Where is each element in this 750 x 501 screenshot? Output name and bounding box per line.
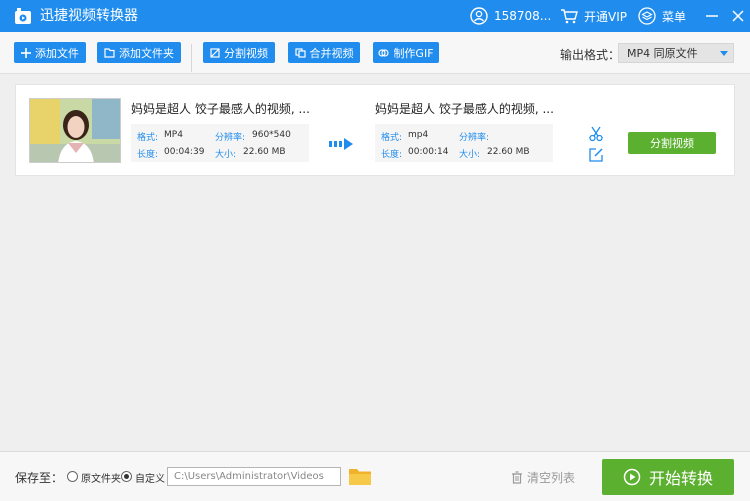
merge-video-button[interactable]: 合并视频 xyxy=(288,42,360,63)
source-info-panel: 格式: MP4 分辨率: 960*540 长度: 00:04:39 大小: 22… xyxy=(131,124,309,162)
bottom-bar: 保存至： 原文件夹 自定义 C:\Users\Administrator\Vid… xyxy=(0,451,750,501)
app-title: 迅捷视频转换器 xyxy=(40,8,138,24)
save-to-label: 保存至： xyxy=(15,471,64,485)
radio-original-folder-label[interactable]: 原文件夹 xyxy=(81,470,121,485)
scissors-icon[interactable] xyxy=(588,126,604,142)
folder-icon[interactable] xyxy=(348,466,372,486)
output-format-select[interactable]: MP4 同原文件 xyxy=(618,43,734,63)
split-video-label: 分割视频 xyxy=(224,46,268,60)
thumbnail-image xyxy=(30,99,120,162)
split-video-toolbar-button[interactable]: 分割视频 xyxy=(203,42,275,63)
edit-icon[interactable] xyxy=(588,147,604,163)
target-size-value: 22.60 MB xyxy=(487,147,530,157)
source-duration-value: 00:04:39 xyxy=(164,147,205,157)
toolbar-divider xyxy=(191,44,192,72)
target-format-value: mp4 xyxy=(408,130,429,140)
menu-button[interactable]: 菜单 xyxy=(638,7,686,25)
link-icon xyxy=(378,48,390,57)
target-format-key: 格式: xyxy=(381,133,403,143)
toolbar: 添加文件 添加文件夹 分割视频 合并视频 制作GIF 输出格式： MP4 同原文… xyxy=(0,32,750,74)
cart-icon xyxy=(561,9,578,24)
source-format-key: 格式: xyxy=(137,133,159,143)
vip-label: 开通VIP xyxy=(584,9,627,24)
user-label: 158708... xyxy=(494,9,552,23)
video-thumbnail[interactable] xyxy=(29,98,121,163)
source-format-value: MP4 xyxy=(164,130,183,140)
merge-icon xyxy=(294,47,306,58)
folder-add-icon xyxy=(104,47,115,58)
add-folder-label: 添加文件夹 xyxy=(119,46,174,60)
play-icon xyxy=(623,468,641,486)
target-info-panel: 格式: mp4 分辨率: 长度: 00:00:14 大小: 22.60 MB xyxy=(375,124,553,162)
make-gif-label: 制作GIF xyxy=(393,46,434,60)
target-file-name: 妈妈是超人 饺子最感人的视频, ... xyxy=(375,102,554,116)
add-file-label: 添加文件 xyxy=(35,46,79,60)
source-resolution-value: 960*540 xyxy=(252,130,291,140)
title-bar: 迅捷视频转换器 158708... 开通VIP 菜单 xyxy=(0,0,750,32)
target-duration-key: 长度: xyxy=(381,150,403,160)
source-size-value: 22.60 MB xyxy=(243,147,286,157)
vip-button[interactable]: 开通VIP xyxy=(560,7,627,25)
trash-icon xyxy=(512,471,522,484)
target-size-key: 大小: xyxy=(459,150,481,160)
add-file-button[interactable]: 添加文件 xyxy=(14,42,86,63)
user-account[interactable]: 158708... xyxy=(470,7,551,25)
radio-custom-folder-label[interactable]: 自定义 xyxy=(135,470,165,485)
close-icon[interactable] xyxy=(730,8,746,24)
merge-video-label: 合并视频 xyxy=(309,46,354,60)
start-convert-button[interactable]: 开始转换 xyxy=(602,459,734,495)
output-format-value: MP4 同原文件 xyxy=(627,47,698,60)
radio-original-folder[interactable] xyxy=(67,471,78,482)
crop-icon xyxy=(210,47,220,58)
source-size-key: 大小: xyxy=(215,150,237,160)
source-resolution-key: 分辨率: xyxy=(215,133,246,143)
output-path-field[interactable]: C:\Users\Administrator\Videos xyxy=(167,467,341,486)
split-video-button[interactable]: 分割视频 xyxy=(628,132,716,154)
app-logo-icon xyxy=(15,8,31,24)
chevron-down-icon xyxy=(720,51,728,56)
target-resolution-key: 分辨率: xyxy=(459,133,490,143)
start-convert-label: 开始转换 xyxy=(648,469,713,488)
radio-custom-folder[interactable] xyxy=(121,471,132,482)
source-duration-key: 长度: xyxy=(137,150,159,160)
file-row[interactable]: 妈妈是超人 饺子最感人的视频, ... 格式: MP4 分辨率: 960*540… xyxy=(15,84,735,176)
make-gif-button[interactable]: 制作GIF xyxy=(373,42,439,63)
user-icon xyxy=(470,7,488,25)
target-duration-value: 00:00:14 xyxy=(408,147,449,157)
plus-icon xyxy=(21,47,31,58)
layers-icon xyxy=(638,7,656,25)
menu-label: 菜单 xyxy=(662,9,687,24)
minimize-icon[interactable] xyxy=(704,8,720,24)
add-folder-button[interactable]: 添加文件夹 xyxy=(97,42,181,63)
output-format-label: 输出格式： xyxy=(560,48,621,62)
clear-list-label: 清空列表 xyxy=(527,471,576,485)
convert-arrow-icon xyxy=(329,138,353,150)
source-file-name: 妈妈是超人 饺子最感人的视频, ... xyxy=(131,102,310,116)
clear-list-button[interactable]: 清空列表 xyxy=(511,469,575,486)
